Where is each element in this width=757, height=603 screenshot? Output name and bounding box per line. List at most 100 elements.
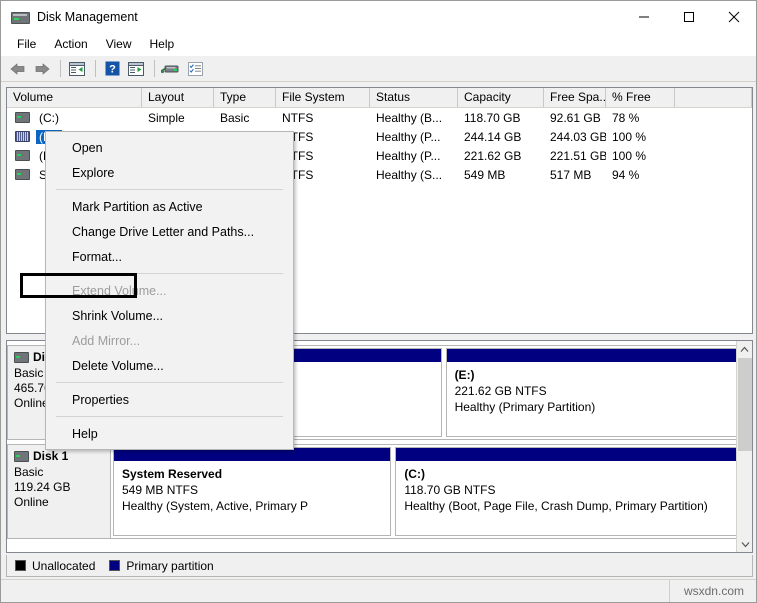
legend-swatch	[15, 560, 26, 571]
partition-label: System Reserved	[122, 467, 223, 481]
window-controls	[621, 1, 756, 32]
partition-status: Healthy (System, Active, Primary P	[122, 499, 309, 513]
status-bar: wsxdn.com	[1, 579, 756, 602]
cell-capacity: 118.70 GB	[464, 110, 521, 125]
partition-status: Healthy (Primary Partition)	[454, 400, 596, 414]
properties-list-icon[interactable]	[184, 59, 206, 79]
cell-percent-free: 94 %	[612, 167, 640, 182]
disk-icon	[14, 450, 29, 462]
menu-item-mark-partition-as-active[interactable]: Mark Partition as Active	[46, 194, 293, 219]
volume-list-header: Volume Layout Type File System Status Ca…	[7, 88, 752, 108]
menu-bar: File Action View Help	[1, 32, 756, 56]
column-header-capacity[interactable]: Capacity	[458, 88, 544, 107]
partition-color-bar	[396, 448, 748, 461]
legend-swatch	[109, 560, 121, 571]
close-button[interactable]	[711, 1, 756, 32]
toolbar-separator	[95, 60, 96, 77]
cell-status: Healthy (P...	[376, 148, 441, 163]
minimize-button[interactable]	[621, 1, 666, 32]
scrollbar-thumb[interactable]	[738, 358, 752, 451]
title-bar: Disk Management	[1, 1, 756, 32]
partition-block[interactable]: (E:) 221.62 GB NTFS Healthy (Primary Par…	[445, 348, 749, 437]
volume-icon	[15, 112, 30, 123]
disk-partitions-1: System Reserved 549 MB NTFS Healthy (Sys…	[111, 444, 752, 539]
column-header-type[interactable]: Type	[214, 88, 276, 107]
partition-status: Healthy (Boot, Page File, Crash Dump, Pr…	[404, 499, 708, 513]
cell-capacity: 221.62 GB	[464, 148, 522, 163]
menu-item-open[interactable]: Open	[46, 135, 293, 160]
disk-size: 119.24 GB	[14, 480, 71, 494]
menu-item-delete-volume[interactable]: Delete Volume...	[46, 353, 293, 378]
cell-free-space: 517 MB	[550, 167, 592, 182]
cell-status: Healthy (P...	[376, 129, 441, 144]
cell-free-space: 244.03 GB	[550, 129, 606, 144]
volume-icon	[15, 150, 30, 161]
menu-file[interactable]: File	[8, 34, 45, 54]
menu-item-properties[interactable]: Properties	[46, 387, 293, 412]
cell-status: Healthy (B...	[376, 110, 443, 125]
menu-separator	[56, 273, 283, 274]
menu-item-extend-volume: Extend Volume...	[72, 283, 167, 298]
maximize-button[interactable]	[666, 1, 711, 32]
menu-view[interactable]: View	[97, 34, 141, 54]
menu-item-format[interactable]: Format...	[46, 244, 293, 269]
legend-label: Unallocated	[32, 558, 96, 573]
legend-item-unallocated: Unallocated	[15, 559, 95, 573]
scroll-down-icon[interactable]	[737, 536, 752, 552]
cell-capacity: 244.14 GB	[464, 129, 522, 144]
back-arrow-icon[interactable]	[7, 59, 29, 79]
toolbar-separator	[60, 60, 61, 77]
menu-item-change-drive-letter-and-paths[interactable]: Change Drive Letter and Paths...	[46, 219, 293, 244]
forward-arrow-icon[interactable]	[31, 59, 53, 79]
partition-label: (E:)	[454, 368, 475, 382]
cell-free-space: 221.51 GB	[550, 148, 606, 163]
column-header-filler	[675, 88, 752, 107]
disk-info-1[interactable]: Disk 1 Basic 119.24 GB Online	[7, 444, 111, 539]
show-hide-console-tree-icon[interactable]	[66, 59, 88, 79]
watermark: wsxdn.com	[668, 580, 756, 602]
context-menu: Open Explore Mark Partition as Active Ch…	[45, 131, 294, 450]
volume-label: (C:)	[39, 110, 59, 125]
column-header-volume[interactable]: Volume	[7, 88, 142, 107]
cell-capacity: 549 MB	[464, 167, 506, 182]
partition-block[interactable]: System Reserved 549 MB NTFS Healthy (Sys…	[113, 447, 392, 536]
scroll-up-icon[interactable]	[737, 341, 752, 357]
volume-icon	[15, 169, 30, 180]
rescan-disks-icon[interactable]	[160, 59, 182, 79]
disk-name: Disk 1	[33, 449, 69, 463]
cell-free-space: 92.61 GB	[550, 110, 601, 125]
menu-separator	[56, 416, 283, 417]
partition-color-bar	[446, 349, 748, 362]
column-header-status[interactable]: Status	[370, 88, 458, 107]
disk-state: Online	[14, 495, 49, 509]
column-header-file-system[interactable]: File System	[276, 88, 370, 107]
cell-percent-free: 100 %	[612, 129, 647, 144]
menu-item-explore[interactable]: Explore	[46, 160, 293, 185]
cell-type: Basic	[220, 110, 250, 125]
legend-item-primary-partition: Primary partition	[109, 559, 214, 573]
cell-status: Healthy (S...	[376, 167, 443, 182]
partition-block[interactable]: (C:) 118.70 GB NTFS Healthy (Boot, Page …	[395, 447, 749, 536]
column-header-percent-free[interactable]: % Free	[606, 88, 675, 107]
show-hide-action-pane-icon[interactable]	[125, 59, 147, 79]
partition-size: 221.62 GB NTFS	[454, 384, 547, 398]
disk-management-window: Disk Management File Action View Help ? …	[0, 0, 757, 603]
disk-panel-scrollbar[interactable]	[736, 341, 752, 552]
svg-text:?: ?	[109, 64, 116, 76]
cell-file-system: NTFS	[282, 110, 314, 125]
toolbar: ?	[1, 56, 756, 82]
partition-label: (C:)	[404, 467, 425, 481]
menu-item-shrink-volume[interactable]: Shrink Volume...	[46, 303, 293, 328]
table-row[interactable]: (C:) Simple Basic NTFS Healthy (B... 118…	[7, 108, 752, 127]
menu-action[interactable]: Action	[45, 34, 96, 54]
partition-size: 549 MB NTFS	[122, 483, 199, 497]
menu-help[interactable]: Help	[141, 34, 184, 54]
cell-percent-free: 100 %	[612, 148, 647, 163]
menu-item-help[interactable]: Help	[46, 421, 293, 446]
disk-icon	[14, 351, 29, 363]
help-icon[interactable]: ?	[101, 59, 123, 79]
column-header-layout[interactable]: Layout	[142, 88, 214, 107]
toolbar-separator	[154, 60, 155, 77]
column-header-free-space[interactable]: Free Spa...	[544, 88, 606, 107]
cell-layout: Simple	[148, 110, 185, 125]
